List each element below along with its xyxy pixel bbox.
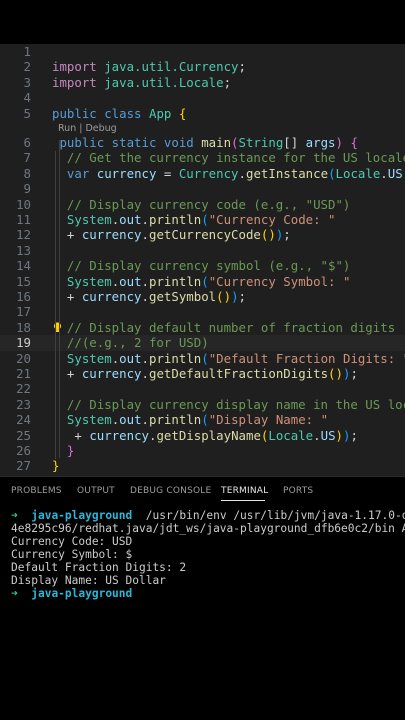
line-number: 2: [23, 59, 31, 75]
code-text: // Display currency symbol (e.g., "$"): [52, 258, 351, 274]
code-editor[interactable]: 1 2 import java.util.Currency; 3 import java…: [0, 44, 405, 476]
code-line[interactable]: 11 System.out.println("Currency Code: ": [0, 212, 405, 227]
line-number: 25: [16, 427, 31, 443]
line-number: 16: [16, 289, 31, 304]
line-number: 4: [23, 90, 31, 106]
tab-output[interactable]: OUTPUT: [77, 486, 115, 496]
code-line[interactable]: 2 import java.util.Currency;: [0, 59, 405, 74]
code-line[interactable]: 1: [0, 44, 405, 59]
code-line[interactable]: 6 public static void main(String[] args)…: [0, 135, 405, 150]
terminal-output-line: Currency Code: USD: [11, 535, 133, 548]
code-text: + currency.getSymbol());: [52, 289, 246, 304]
line-number: 3: [23, 74, 31, 90]
code-line[interactable]: 3 import java.util.Locale;: [0, 75, 405, 90]
line-number: 7: [23, 150, 31, 166]
line-number: 10: [16, 196, 31, 212]
terminal-command-line: ➜ java-playground /usr/bin/env /usr/lib/…: [11, 509, 405, 522]
code-text: + currency.getDisplayName(Locale.US));: [52, 427, 358, 443]
code-line[interactable]: 21 + currency.getDefaultFractionDigits()…: [0, 366, 405, 381]
code-line[interactable]: 15 System.out.println("Currency Symbol: …: [0, 274, 405, 289]
code-line[interactable]: 14 // Display currency symbol (e.g., "$"…: [0, 258, 405, 273]
line-number: 1: [23, 44, 31, 59]
code-line[interactable]: 20 System.out.println("Default Fraction …: [0, 351, 405, 366]
code-text: System.out.println("Default Fraction Dig…: [66, 350, 405, 366]
panel-divider: [0, 476, 405, 477]
indent-guide: [55, 151, 56, 459]
line-number: 20: [16, 350, 31, 366]
terminal-command-continuation: 4e8295c96/redhat.java/jdt_ws/java-playgr…: [11, 522, 405, 535]
code-line[interactable]: 26 }: [0, 443, 405, 458]
code-text: System.out.println("Currency Symbol: ": [66, 273, 351, 289]
active-tab-indicator: [221, 500, 265, 501]
line-number: 8: [23, 165, 31, 181]
code-text: public static void main(String[] args) {: [52, 135, 358, 150]
indent-guide: [59, 140, 60, 458]
terminal-output-line: Currency Symbol: $: [11, 548, 133, 561]
code-text: public class App {: [52, 105, 187, 121]
prompt-directory: java-playground: [31, 509, 133, 522]
line-number: 24: [16, 412, 31, 428]
code-line[interactable]: 8 var currency = Currency.getInstance(Lo…: [0, 166, 405, 181]
code-line[interactable]: 9: [0, 181, 405, 196]
tab-ports[interactable]: PORTS: [283, 486, 313, 496]
line-number: 22: [16, 381, 31, 397]
line-number: 5: [23, 105, 31, 121]
line-number: 18: [16, 319, 31, 335]
code-text: //(e.g., 2 for USD): [52, 335, 209, 351]
code-line[interactable]: 4: [0, 90, 405, 105]
codelens-run-debug[interactable]: Run | Debug: [58, 122, 117, 135]
prompt-arrow-icon: ➜: [11, 509, 18, 522]
line-number: 26: [16, 443, 31, 458]
code-text: // Display currency display name in the …: [52, 396, 405, 412]
code-line[interactable]: 10 // Display currency code (e.g., "USD"…: [0, 197, 405, 212]
panel-tabs: PROBLEMS OUTPUT DEBUG CONSOLE TERMINAL P…: [0, 486, 405, 502]
line-number: 13: [16, 242, 31, 258]
code-text: // Display currency code (e.g., "USD"): [52, 196, 351, 212]
prompt-arrow-icon: ➜: [11, 587, 18, 600]
terminal-command: /usr/bin/env /usr/lib/jvm/java-1.17.0-op…: [145, 509, 405, 522]
line-number: 23: [16, 396, 31, 412]
line-number: 19: [16, 335, 31, 351]
code-line[interactable]: 19 //(e.g., 2 for USD): [0, 335, 405, 351]
code-text: var currency = Currency.getInstance(Loca…: [66, 165, 405, 181]
code-line[interactable]: 17: [0, 304, 405, 319]
code-line[interactable]: 22: [0, 381, 405, 396]
code-text: System.out.println("Currency Code: ": [66, 212, 336, 227]
terminal[interactable]: ➜ java-playground /usr/bin/env /usr/lib/…: [11, 509, 405, 600]
code-line[interactable]: 5 public class App {: [0, 106, 405, 121]
code-line[interactable]: 23 // Display currency display name in t…: [0, 397, 405, 412]
line-number: 9: [23, 181, 31, 197]
terminal-output-line: Display Name: US Dollar: [11, 574, 166, 587]
line-number: 11: [16, 212, 31, 227]
code-text: import java.util.Locale;: [52, 74, 232, 90]
code-text: // Display default number of fraction di…: [52, 319, 396, 335]
code-line[interactable]: 13: [0, 243, 405, 258]
line-number: 21: [16, 366, 31, 381]
code-line[interactable]: 27}: [0, 458, 405, 473]
terminal-output-line: Default Fraction Digits: 2: [11, 561, 187, 574]
code-text: // Get the currency instance for the US …: [52, 150, 405, 166]
line-number: 14: [16, 258, 31, 274]
code-text: import java.util.Currency;: [52, 59, 246, 75]
line-number: 27: [16, 458, 31, 474]
code-line[interactable]: 12 + currency.getCurrencyCode());: [0, 227, 405, 242]
code-line[interactable]: 16 + currency.getSymbol());: [0, 289, 405, 304]
tab-debug-console[interactable]: DEBUG CONSOLE: [130, 486, 211, 496]
code-text: + currency.getCurrencyCode());: [52, 227, 291, 243]
code-text: + currency.getDefaultFractionDigits());: [52, 366, 358, 381]
tab-problems[interactable]: PROBLEMS: [11, 486, 62, 496]
code-text: System.out.println("Display Name: ": [66, 412, 329, 428]
terminal-prompt-line: ➜ java-playground: [11, 587, 405, 600]
line-number: 15: [16, 273, 31, 289]
code-line[interactable]: 25 + currency.getDisplayName(Locale.US))…: [0, 428, 405, 443]
code-text: }: [52, 458, 60, 474]
code-line[interactable]: 7 // Get the currency instance for the U…: [0, 150, 405, 165]
bottom-panel: PROBLEMS OUTPUT DEBUG CONSOLE TERMINAL P…: [0, 476, 405, 720]
code-line[interactable]: 24 System.out.println("Display Name: ": [0, 412, 405, 427]
line-number: 12: [16, 227, 31, 243]
tab-terminal[interactable]: TERMINAL: [221, 486, 268, 496]
line-number: 6: [23, 135, 31, 150]
prompt-directory: java-playground: [31, 587, 133, 600]
line-number: 17: [16, 304, 31, 320]
